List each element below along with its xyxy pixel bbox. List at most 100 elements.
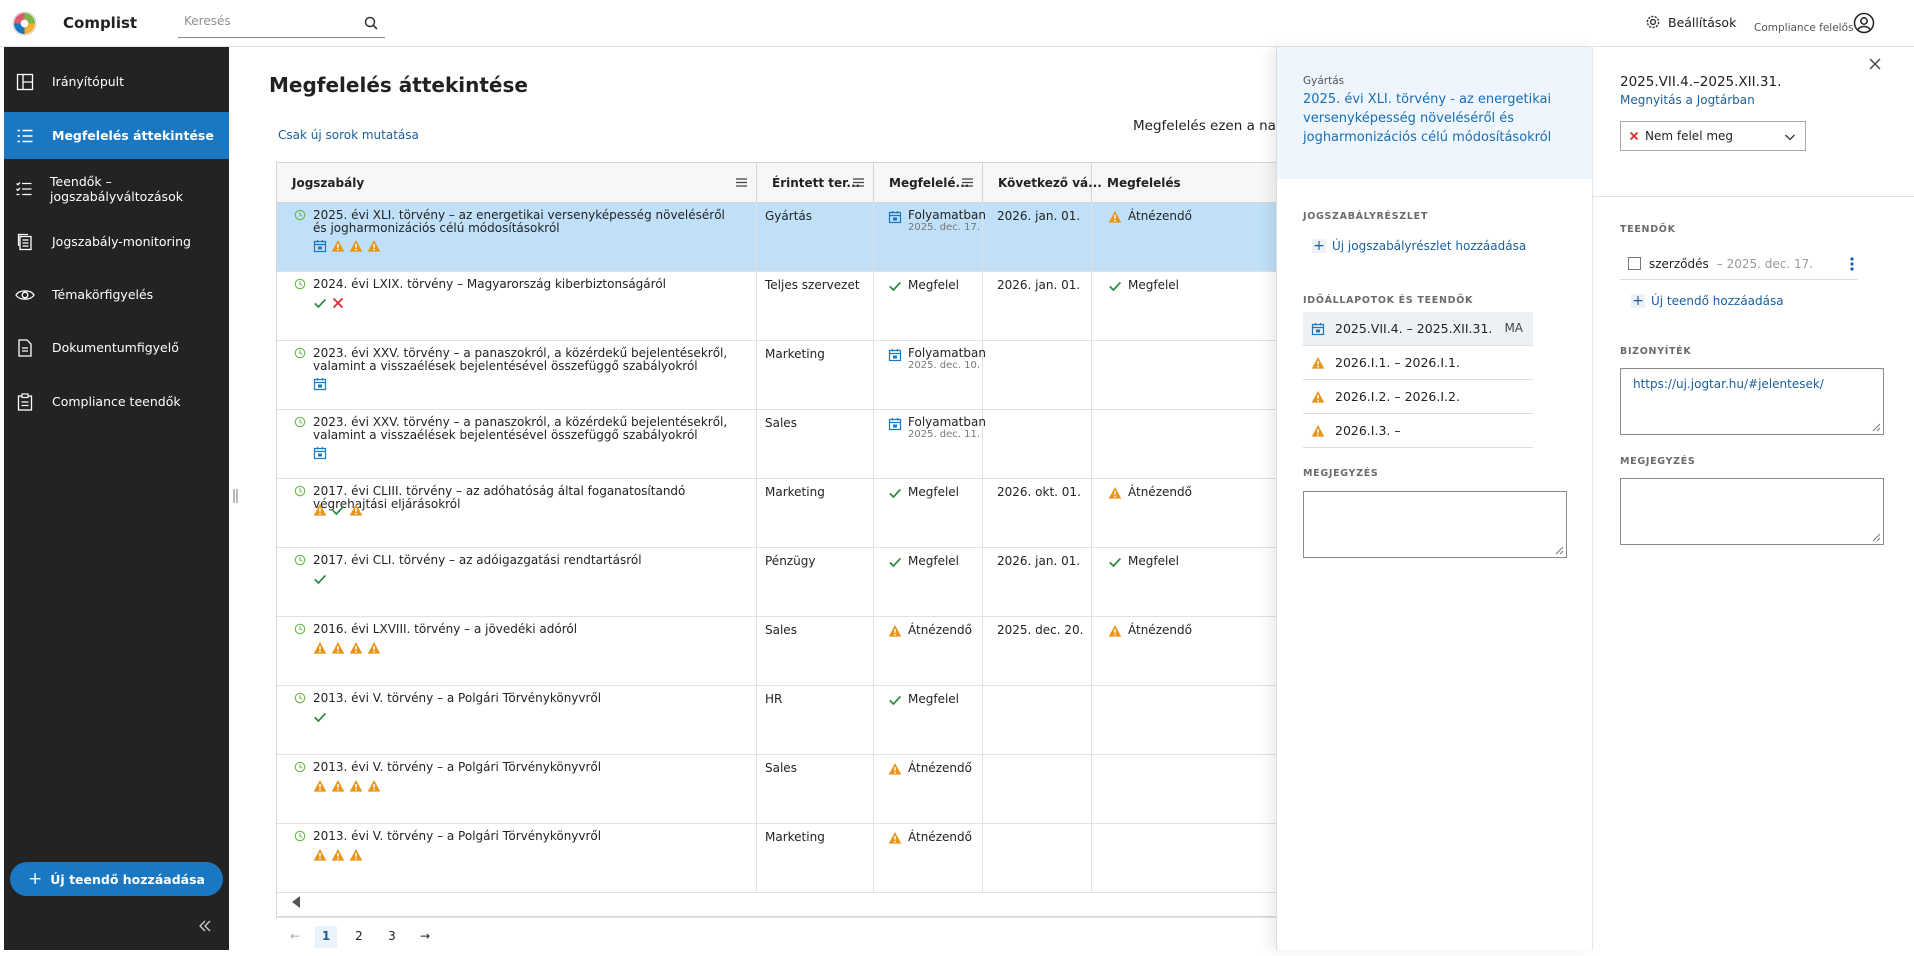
next-page-icon[interactable]: → bbox=[414, 926, 436, 948]
area-text: Sales bbox=[765, 761, 797, 775]
divider bbox=[1592, 196, 1914, 197]
sidebar-item-compliance-overview[interactable]: Megfelelés áttekintése bbox=[4, 112, 229, 159]
column-header-compliance-status[interactable]: Megfelelé... bbox=[874, 163, 983, 203]
law-cell[interactable]: 2024. évi LXIX. törvény – Magyarország k… bbox=[277, 272, 757, 340]
search-icon[interactable] bbox=[363, 15, 379, 31]
column-menu-icon[interactable] bbox=[962, 178, 973, 187]
table-row[interactable]: 2016. évi LXVIII. törvény – a jövedéki a… bbox=[277, 617, 1276, 686]
clock-icon bbox=[294, 278, 306, 290]
page-button-1[interactable]: 1 bbox=[315, 926, 337, 948]
table-row[interactable]: 2023. évi XXV. törvény – a panaszokról, … bbox=[277, 341, 1276, 410]
only-new-rows-link[interactable]: Csak új sorok mutatása bbox=[278, 128, 419, 142]
add-law-detail-button[interactable]: + Új jogszabályrészlet hozzáadása bbox=[1312, 238, 1526, 254]
table-row[interactable]: 2017. évi CLI. törvény – az adóigazgatás… bbox=[277, 548, 1276, 617]
law-cell[interactable]: 2023. évi XXV. törvény – a panaszokról, … bbox=[277, 341, 757, 409]
sidebar-item-dashboard[interactable]: Irányítópult bbox=[4, 58, 229, 105]
page-button-2[interactable]: 2 bbox=[348, 926, 370, 948]
table-row[interactable]: 2013. évi V. törvény – a Polgári Törvény… bbox=[277, 824, 1276, 893]
collapse-sidebar-icon[interactable] bbox=[196, 917, 214, 935]
check-icon bbox=[889, 281, 902, 292]
status-text-wrap: Folyamatban 2025. dec. 10. bbox=[908, 347, 986, 372]
more-options-icon[interactable] bbox=[1850, 257, 1854, 271]
status: Folyamatban 2025. dec. 10. bbox=[888, 347, 986, 372]
law-note-textarea[interactable] bbox=[1303, 491, 1567, 558]
user-role: Compliance felelős bbox=[1754, 22, 1854, 34]
area-text: Pénzügy bbox=[765, 554, 816, 568]
resize-grip-icon[interactable] bbox=[1872, 423, 1881, 432]
law-title[interactable]: 2023. évi XXV. törvény – a panaszokról, … bbox=[313, 347, 733, 373]
sidebar-item-law-monitoring[interactable]: Jogszabály-monitoring bbox=[4, 218, 229, 265]
scroll-left-icon[interactable] bbox=[289, 895, 303, 909]
search-input[interactable]: Keresés bbox=[178, 8, 385, 38]
compliance-status-select[interactable]: Nem felel meg bbox=[1620, 121, 1806, 151]
sidebar-item-topic-watch[interactable]: Témakörfigyelés bbox=[4, 271, 229, 318]
column-menu-icon[interactable] bbox=[853, 178, 864, 187]
law-title[interactable]: 2013. évi V. törvény – a Polgári Törvény… bbox=[313, 830, 733, 843]
period-item[interactable]: 2026.I.2. – 2026.I.2. bbox=[1303, 380, 1533, 414]
law-title[interactable]: 2016. évi LXVIII. törvény – a jövedéki a… bbox=[313, 623, 733, 636]
law-title[interactable]: 2025. évi XLI. törvény – az energetikai … bbox=[313, 209, 733, 235]
law-title[interactable]: 2023. évi XXV. törvény – a panaszokról, … bbox=[313, 416, 733, 442]
evidence-textarea[interactable]: https://uj.jogtar.hu/#jelentesek/ bbox=[1620, 368, 1884, 435]
account-icon[interactable] bbox=[1853, 12, 1875, 34]
area-text: HR bbox=[765, 692, 783, 706]
table-row[interactable]: 2017. évi CLIII. törvény – az adóhatóság… bbox=[277, 479, 1276, 548]
eye-icon bbox=[15, 285, 35, 305]
law-cell[interactable]: 2023. évi XXV. törvény – a panaszokról, … bbox=[277, 410, 757, 478]
table-row[interactable]: 2024. évi LXIX. törvény – Magyarország k… bbox=[277, 272, 1276, 341]
column-header-law[interactable]: Jogszabály bbox=[277, 163, 757, 203]
sidebar-item-tasks-law-changes[interactable]: Teendők – jogszabályváltozások bbox=[4, 165, 229, 212]
period-item[interactable]: 2026.I.1. – 2026.I.1. bbox=[1303, 346, 1533, 380]
table-row[interactable]: 2013. évi V. törvény – a Polgári Törvény… bbox=[277, 686, 1276, 755]
law-cell[interactable]: 2013. évi V. törvény – a Polgári Törvény… bbox=[277, 755, 757, 823]
status-text-wrap: Átnézendő bbox=[908, 623, 972, 638]
page-button-3[interactable]: 3 bbox=[381, 926, 403, 948]
law-cell[interactable]: 2025. évi XLI. törvény – az energetikai … bbox=[277, 203, 757, 271]
add-task-link[interactable]: + Új teendő hozzáadása bbox=[1631, 293, 1784, 309]
resize-grip-icon[interactable] bbox=[1555, 546, 1564, 555]
law-title[interactable]: 2013. évi V. törvény – a Polgári Törvény… bbox=[313, 761, 733, 774]
close-icon[interactable] bbox=[1868, 57, 1882, 71]
law-title-link[interactable]: 2025. évi XLI. törvény - az energetikai … bbox=[1303, 90, 1573, 147]
add-task-button[interactable]: + Új teendő hozzáadása bbox=[10, 862, 223, 896]
law-title[interactable]: 2017. évi CLIII. törvény – az adóhatóság… bbox=[313, 485, 733, 511]
law-cell[interactable]: 2013. évi V. törvény – a Polgári Törvény… bbox=[277, 824, 757, 892]
status-label: Megfelel bbox=[908, 278, 960, 292]
period-note-textarea[interactable] bbox=[1620, 478, 1884, 545]
table-row[interactable]: 2023. évi XXV. törvény – a panaszokról, … bbox=[277, 410, 1276, 479]
sidebar-item-label: Teendők – jogszabályváltozások bbox=[50, 173, 183, 204]
period-label: 2026.I.3. – bbox=[1335, 423, 1401, 438]
evidence-link[interactable]: https://uj.jogtar.hu/#jelentesek/ bbox=[1633, 377, 1824, 391]
resize-handle-icon[interactable] bbox=[233, 488, 238, 504]
next-change-date: 2026. jan. 01. bbox=[997, 278, 1081, 292]
law-cell[interactable]: 2017. évi CLIII. törvény – az adóhatóság… bbox=[277, 479, 757, 547]
open-in-jogtar-link[interactable]: Megnyitás a Jogtárban bbox=[1620, 93, 1755, 107]
table-row[interactable]: 2025. évi XLI. törvény – az energetikai … bbox=[277, 203, 1276, 272]
law-cell[interactable]: 2016. évi LXVIII. törvény – a jövedéki a… bbox=[277, 617, 757, 685]
column-header-next-change[interactable]: Következő vá... bbox=[983, 163, 1102, 203]
law-title[interactable]: 2017. évi CLI. törvény – az adóigazgatás… bbox=[313, 554, 733, 567]
pagination: ← 1 2 3 → bbox=[276, 917, 1276, 950]
law-cell[interactable]: 2017. évi CLI. törvény – az adóigazgatás… bbox=[277, 548, 757, 616]
warning-icon bbox=[349, 240, 363, 252]
law-title[interactable]: 2013. évi V. törvény – a Polgári Törvény… bbox=[313, 692, 733, 705]
settings-button[interactable]: Beállítások bbox=[1645, 14, 1736, 30]
task-checkbox[interactable] bbox=[1628, 257, 1641, 270]
table-row[interactable]: 2013. évi V. törvény – a Polgári Törvény… bbox=[277, 755, 1276, 824]
app-logo-icon[interactable] bbox=[12, 11, 37, 36]
law-title[interactable]: 2024. évi LXIX. törvény – Magyarország k… bbox=[313, 278, 733, 291]
sidebar-item-document-watch[interactable]: Dokumentumfigyelő bbox=[4, 324, 229, 371]
law-cell[interactable]: 2013. évi V. törvény – a Polgári Törvény… bbox=[277, 686, 757, 754]
next-change-cell bbox=[983, 686, 1092, 754]
period-item[interactable]: 2025.VII.4. – 2025.XII.31. MA bbox=[1303, 312, 1533, 346]
column-menu-icon[interactable] bbox=[736, 178, 747, 187]
resize-grip-icon[interactable] bbox=[1872, 533, 1881, 542]
calendar-icon bbox=[313, 378, 327, 391]
sidebar-item-compliance-tasks[interactable]: Compliance teendők bbox=[4, 378, 229, 425]
period-item[interactable]: 2026.I.3. – bbox=[1303, 414, 1533, 448]
column-header-compliance[interactable]: Megfelelés bbox=[1092, 163, 1276, 203]
task-name[interactable]: szerződés bbox=[1649, 257, 1709, 271]
column-header-area[interactable]: Érintett ter... bbox=[757, 163, 874, 203]
prev-page-icon[interactable]: ← bbox=[284, 926, 306, 948]
check-icon bbox=[889, 695, 902, 706]
